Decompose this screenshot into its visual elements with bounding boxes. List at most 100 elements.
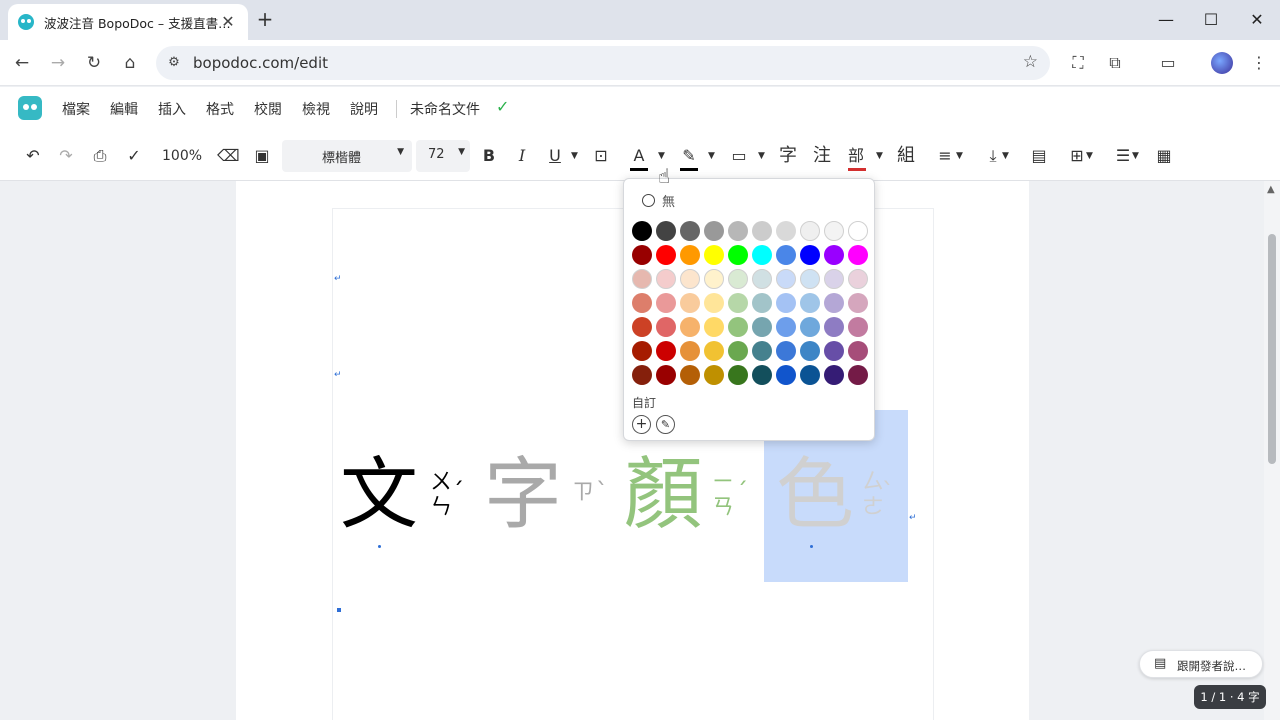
doc-char[interactable]: 字 <box>484 450 562 540</box>
color-swatch[interactable] <box>632 221 652 241</box>
site-settings-icon[interactable]: ⚙ <box>164 53 184 73</box>
new-tab-button[interactable]: + <box>254 8 276 30</box>
underline-button[interactable]: U <box>544 145 566 167</box>
reload-icon[interactable]: ↻ <box>81 50 107 76</box>
color-swatch[interactable] <box>632 293 652 313</box>
color-swatch[interactable] <box>848 269 868 289</box>
color-swatch[interactable] <box>824 245 844 265</box>
comment-icon[interactable]: ▤ <box>1028 145 1050 167</box>
color-swatch[interactable] <box>848 293 868 313</box>
clear-format-brush-icon[interactable]: ⌫ <box>217 145 240 167</box>
color-swatch[interactable] <box>752 317 772 337</box>
align-icon[interactable]: ≡ <box>934 145 956 167</box>
color-swatch[interactable] <box>800 317 820 337</box>
page-layout-icon[interactable]: ☰ <box>1112 145 1134 167</box>
highlight-pen-icon[interactable]: ✎ <box>678 145 700 167</box>
color-swatch[interactable] <box>632 269 652 289</box>
bookmark-star-icon[interactable]: ☆ <box>1023 52 1038 72</box>
color-swatch[interactable] <box>752 221 772 241</box>
color-swatch[interactable] <box>848 317 868 337</box>
no-color-label[interactable]: 無 <box>662 191 675 210</box>
color-swatch[interactable] <box>728 341 748 361</box>
color-swatch[interactable] <box>656 317 676 337</box>
color-swatch[interactable] <box>824 293 844 313</box>
zoom-level[interactable]: 100% <box>162 145 202 167</box>
document-title[interactable]: 未命名文件 <box>410 99 480 119</box>
border-chevron-icon[interactable]: ▼ <box>758 145 765 167</box>
menu-edit[interactable]: 編輯 <box>110 99 138 119</box>
color-swatch[interactable] <box>824 221 844 241</box>
color-swatch[interactable] <box>728 245 748 265</box>
color-swatch[interactable] <box>752 341 772 361</box>
insert-image-chevron-icon[interactable]: ▼ <box>1086 145 1093 167</box>
download-icon[interactable]: ⤓ <box>982 145 1004 167</box>
zhuyin-button[interactable]: 注 <box>811 145 833 167</box>
color-swatch[interactable] <box>776 293 796 313</box>
underline-options-chevron-icon[interactable]: ▼ <box>571 145 578 167</box>
color-swatch[interactable] <box>824 341 844 361</box>
color-swatch[interactable] <box>632 245 652 265</box>
close-window-button[interactable]: ✕ <box>1234 6 1280 34</box>
home-icon[interactable]: ⌂ <box>117 50 143 76</box>
highlight-chevron-icon[interactable]: ▼ <box>708 145 715 167</box>
color-swatch[interactable] <box>728 293 748 313</box>
color-swatch[interactable] <box>704 317 724 337</box>
color-swatch[interactable] <box>704 293 724 313</box>
color-swatch[interactable] <box>680 365 700 385</box>
color-swatch[interactable] <box>632 341 652 361</box>
minimize-button[interactable]: — <box>1143 6 1189 34</box>
color-swatch[interactable] <box>728 269 748 289</box>
browser-menu-icon[interactable]: ⋮ <box>1246 50 1272 76</box>
color-swatch[interactable] <box>848 341 868 361</box>
border-frame-icon[interactable]: ▭ <box>728 145 750 167</box>
grid-apps-icon[interactable]: ▦ <box>1153 145 1175 167</box>
menu-review[interactable]: 校閱 <box>254 99 282 119</box>
text-color-button[interactable]: A <box>628 145 650 167</box>
spellcheck-icon[interactable]: ✓ <box>123 145 145 167</box>
color-swatch[interactable] <box>656 341 676 361</box>
color-swatch[interactable] <box>680 317 700 337</box>
url-text[interactable]: bopodoc.com/edit <box>193 54 328 72</box>
color-swatch[interactable] <box>824 269 844 289</box>
print-icon[interactable]: ⎙ <box>89 145 111 167</box>
forward-arrow-icon[interactable]: → <box>45 50 71 76</box>
group-button[interactable]: 組 <box>895 145 917 167</box>
add-custom-color-button[interactable]: + <box>632 415 651 434</box>
bold-button[interactable]: B <box>478 145 500 167</box>
scroll-up-arrow-icon[interactable]: ▲ <box>1267 184 1275 195</box>
color-swatch[interactable] <box>656 293 676 313</box>
color-swatch[interactable] <box>776 341 796 361</box>
color-swatch[interactable] <box>680 341 700 361</box>
color-swatch[interactable] <box>752 365 772 385</box>
color-swatch[interactable] <box>632 317 652 337</box>
feedback-button[interactable]: ▤ 跟開發者說… <box>1139 650 1263 678</box>
color-swatch[interactable] <box>728 365 748 385</box>
color-swatch[interactable] <box>800 221 820 241</box>
radical-chevron-icon[interactable]: ▼ <box>876 145 883 167</box>
color-swatch[interactable] <box>680 221 700 241</box>
undo-icon[interactable]: ↶ <box>22 145 44 167</box>
color-swatch[interactable] <box>776 245 796 265</box>
radical-button[interactable]: 部 <box>845 145 867 167</box>
color-swatch[interactable] <box>704 341 724 361</box>
menu-insert[interactable]: 插入 <box>158 99 186 119</box>
color-swatch[interactable] <box>800 269 820 289</box>
color-swatch[interactable] <box>848 365 868 385</box>
tab-close-icon[interactable]: ✕ <box>218 12 238 32</box>
color-swatch[interactable] <box>728 317 748 337</box>
color-swatch[interactable] <box>704 221 724 241</box>
italic-button[interactable]: I <box>511 145 533 167</box>
doc-char[interactable]: 色 <box>776 450 854 540</box>
color-swatch[interactable] <box>800 293 820 313</box>
color-swatch[interactable] <box>680 245 700 265</box>
color-swatch[interactable] <box>752 245 772 265</box>
no-color-radio[interactable] <box>642 194 655 207</box>
color-swatch[interactable] <box>800 341 820 361</box>
font-size-select[interactable]: 72 ▼ <box>416 140 470 172</box>
color-swatch[interactable] <box>656 365 676 385</box>
color-swatch[interactable] <box>656 269 676 289</box>
color-swatch[interactable] <box>776 269 796 289</box>
color-swatch[interactable] <box>704 245 724 265</box>
page-layout-chevron-icon[interactable]: ▼ <box>1132 145 1139 167</box>
tab-search-icon[interactable]: ▭ <box>1155 50 1181 76</box>
